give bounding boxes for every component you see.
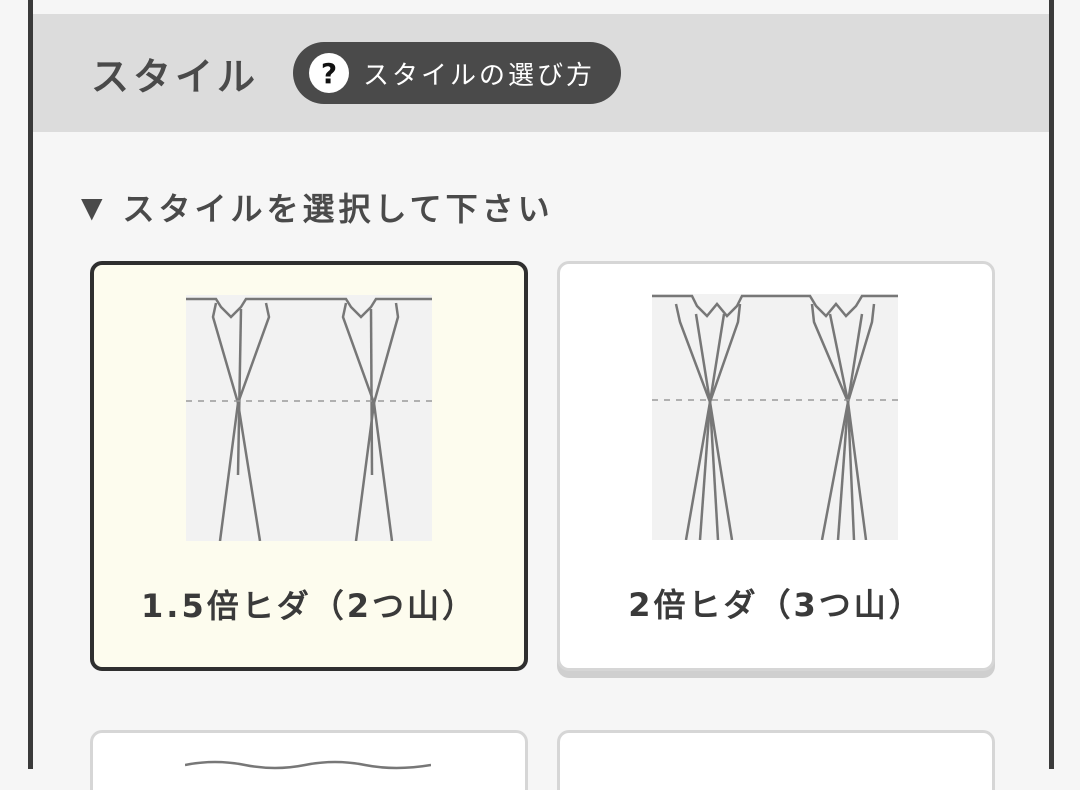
style-panel: スタイル ? スタイルの選び方 ▼ スタイルを選択して下さい 1.5倍ヒダ（2つ… (28, 0, 1054, 790)
instruction-text: スタイルを選択して下さい (122, 190, 554, 228)
style-option-2x-pleat[interactable]: 2倍ヒダ（3つ山） (557, 261, 995, 671)
style-option-label: 1.5倍ヒダ（2つ山） (141, 587, 477, 625)
instruction-heading: ▼ スタイルを選択して下さい (81, 184, 554, 230)
style-guide-label: スタイルの選び方 (363, 60, 596, 91)
flat-curtain-icon (185, 760, 431, 770)
three-pleat-curtain-icon (652, 294, 898, 540)
question-icon: ? (309, 53, 350, 93)
style-option-label: 2倍ヒダ（3つ山） (628, 586, 924, 624)
section-title: スタイル (91, 54, 260, 99)
top-strip (33, 0, 1049, 14)
style-option-card[interactable] (90, 730, 528, 790)
triangle-down-icon: ▼ (81, 190, 107, 224)
style-option-card[interactable] (557, 730, 995, 790)
section-header: スタイル ? スタイルの選び方 (33, 14, 1049, 132)
style-guide-button[interactable]: ? スタイルの選び方 (293, 42, 622, 104)
style-option-1.5x-pleat[interactable]: 1.5倍ヒダ（2つ山） (90, 261, 528, 671)
two-pleat-curtain-icon (186, 295, 432, 541)
